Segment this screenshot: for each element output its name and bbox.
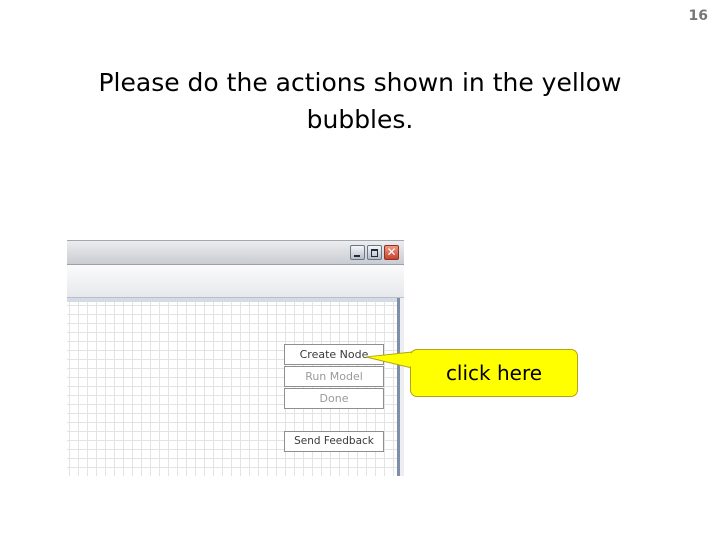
- window-titlebar[interactable]: ✕: [67, 240, 404, 264]
- minimize-icon[interactable]: [350, 245, 365, 260]
- run-model-button[interactable]: Run Model: [284, 366, 384, 387]
- create-node-button[interactable]: Create Node: [284, 344, 384, 365]
- instruction-callout: click here: [410, 349, 578, 397]
- done-button[interactable]: Done: [284, 388, 384, 409]
- slide-number: 16: [688, 8, 708, 24]
- toolbar: [67, 264, 404, 298]
- send-feedback-button[interactable]: Send Feedback: [284, 431, 384, 452]
- maximize-icon[interactable]: [367, 245, 382, 260]
- slide-title: Please do the actions shown in the yello…: [98, 68, 622, 134]
- close-icon[interactable]: ✕: [384, 245, 399, 260]
